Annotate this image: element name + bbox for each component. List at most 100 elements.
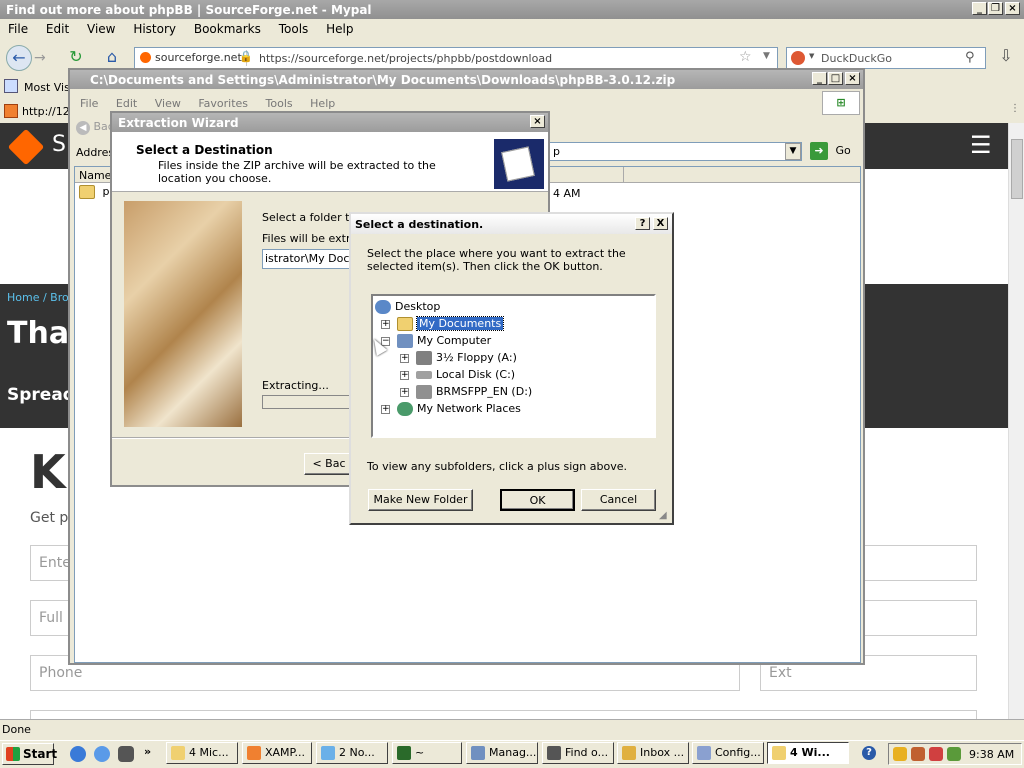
explorer-menu-edit[interactable]: Edit [116, 97, 137, 110]
expand-plus-icon[interactable]: + [400, 387, 409, 397]
disk-icon [416, 371, 432, 379]
url-text: https://sourceforge.net/projects/phpbb/p… [259, 52, 553, 65]
quicklaunch-mypal-icon[interactable] [118, 746, 134, 762]
tab-favicon-icon [4, 104, 18, 118]
section-heading: K [30, 445, 66, 499]
wizard-close-button[interactable]: × [530, 115, 545, 128]
taskbar-item-terminal[interactable]: ~ [392, 742, 462, 764]
expand-plus-icon[interactable]: + [381, 319, 390, 329]
home-button[interactable]: ⌂ [100, 47, 124, 69]
go-button[interactable]: ➜ Go [810, 142, 851, 160]
resize-grip-icon[interactable]: ◢ [659, 510, 667, 521]
url-bar[interactable]: sourceforge.net 🔒 https://sourceforge.ne… [134, 47, 778, 69]
page-scrollbar[interactable] [1008, 123, 1024, 719]
expand-plus-icon[interactable]: + [400, 370, 409, 380]
taskbar-item-find[interactable]: Find o... [542, 742, 614, 764]
help-icon[interactable]: ? [862, 746, 876, 760]
restore-button[interactable]: ❐ [988, 2, 1003, 15]
reload-button[interactable]: ↻ [64, 47, 88, 69]
tree-item-local-disk[interactable]: + Local Disk (C:) [400, 366, 515, 383]
search-bar[interactable]: ▼ DuckDuckGo ⚲ [786, 47, 986, 69]
quicklaunch-ie-icon[interactable] [70, 746, 86, 762]
bookmark-star-icon[interactable]: ☆ [739, 49, 752, 65]
tree-item-desktop[interactable]: Desktop [375, 298, 440, 315]
explorer-close-button[interactable]: × [845, 72, 860, 85]
tray-volume-icon[interactable] [947, 747, 961, 761]
scroll-thumb[interactable] [1011, 139, 1023, 199]
go-arrow-icon: ➜ [810, 142, 828, 160]
breadcrumb[interactable]: Home / Bro [7, 291, 69, 304]
tree-item-cd-drive[interactable]: + BRMSFPP_EN (D:) [400, 383, 532, 400]
explorer-menu-help[interactable]: Help [310, 97, 335, 110]
taskbar-item-notepad[interactable]: 2 No... [316, 742, 388, 764]
tray-app-icon[interactable] [893, 747, 907, 761]
explorer-menu-bar: File Edit View Favorites Tools Help [80, 97, 349, 110]
tab-overflow-icon[interactable]: ⋮ [1010, 103, 1020, 114]
explorer-minimize-button[interactable]: _ [812, 72, 827, 85]
start-button[interactable]: Start [2, 743, 57, 765]
expand-plus-icon[interactable]: + [381, 404, 390, 414]
wizard-image [124, 201, 242, 427]
cancel-button[interactable]: Cancel [581, 489, 656, 511]
hamburger-menu-icon[interactable]: ☰ [970, 131, 992, 159]
url-dropdown-icon[interactable]: ▼ [763, 51, 770, 61]
explorer-menu-view[interactable]: View [155, 97, 181, 110]
explorer-menu-file[interactable]: File [80, 97, 98, 110]
menu-edit[interactable]: Edit [46, 22, 69, 36]
taskbar-item-windows[interactable]: 4 Wi... [767, 742, 849, 764]
taskbar-item-manage[interactable]: Manag... [466, 742, 538, 764]
taskbar-item-mic[interactable]: 4 Mic... [166, 742, 238, 764]
tree-item-my-computer[interactable]: − My Computer [381, 332, 491, 349]
column-name[interactable]: Name [79, 169, 111, 182]
lock-icon: 🔒 [239, 50, 253, 63]
bookmark-most-visited[interactable]: Most Visi [24, 81, 73, 94]
menu-bookmarks[interactable]: Bookmarks [194, 22, 261, 36]
ok-button[interactable]: OK [500, 489, 575, 511]
taskbar-item-config[interactable]: Config... [692, 742, 764, 764]
menu-file[interactable]: File [8, 22, 28, 36]
floppy-icon [416, 351, 432, 365]
dialog-help-button[interactable]: ? [635, 217, 650, 230]
explorer-back-button[interactable]: ◀ Bac [76, 120, 114, 135]
dialog-hint: To view any subfolders, click a plus sig… [367, 460, 627, 473]
tree-item-floppy[interactable]: +3½ Floppy (A:) [400, 349, 517, 366]
tree-item-network-places[interactable]: + My Network Places [381, 400, 521, 417]
make-new-folder-button[interactable]: Make New Folder [368, 489, 473, 511]
expand-plus-icon[interactable]: + [400, 353, 409, 363]
tray-security-icon[interactable] [929, 747, 943, 761]
folder-tree[interactable]: Desktop + My Documents − My Computer +3½ F… [371, 294, 656, 438]
menu-history[interactable]: History [133, 22, 176, 36]
menu-tools[interactable]: Tools [279, 22, 309, 36]
menu-view[interactable]: View [87, 22, 115, 36]
tray-clock[interactable]: 9:38 AM [969, 748, 1014, 761]
address-bar[interactable]: p ▼ [540, 142, 802, 161]
minimize-button[interactable]: _ [972, 2, 987, 15]
column-divider[interactable] [623, 167, 624, 183]
tray-network-icon[interactable] [911, 747, 925, 761]
search-engine-label: DuckDuckGo [821, 52, 892, 65]
explorer-maximize-button[interactable]: □ [828, 72, 843, 85]
search-icon[interactable]: ⚲ [965, 50, 975, 65]
dialog-title-bar: Select a destination. ? X [351, 214, 672, 234]
forward-button[interactable]: → [34, 50, 46, 66]
wizard-back-button[interactable]: < Bac [304, 453, 354, 475]
explorer-menu-favorites[interactable]: Favorites [198, 97, 248, 110]
taskbar-item-inbox[interactable]: Inbox ... [617, 742, 689, 764]
folder-icon [772, 746, 786, 760]
dialog-close-button[interactable]: X [653, 217, 668, 230]
explorer-menu-tools[interactable]: Tools [266, 97, 293, 110]
taskbar-item-xamp[interactable]: XAMP... [242, 742, 312, 764]
status-text: Done [2, 723, 31, 736]
destination-path-input[interactable]: istrator\My Docum [262, 249, 352, 269]
tree-item-my-documents[interactable]: + My Documents [381, 315, 505, 332]
quicklaunch-browser-icon[interactable] [94, 746, 110, 762]
quicklaunch-overflow-icon[interactable]: » [144, 745, 151, 758]
back-button[interactable]: ← [6, 45, 32, 71]
extra-field[interactable] [30, 710, 977, 719]
terminal-icon [397, 746, 411, 760]
address-dropdown-icon[interactable]: ▼ [785, 143, 801, 160]
address-text: p [553, 145, 560, 158]
menu-help[interactable]: Help [326, 22, 353, 36]
close-button[interactable]: × [1005, 2, 1020, 15]
download-button[interactable]: ⇩ [994, 46, 1018, 70]
